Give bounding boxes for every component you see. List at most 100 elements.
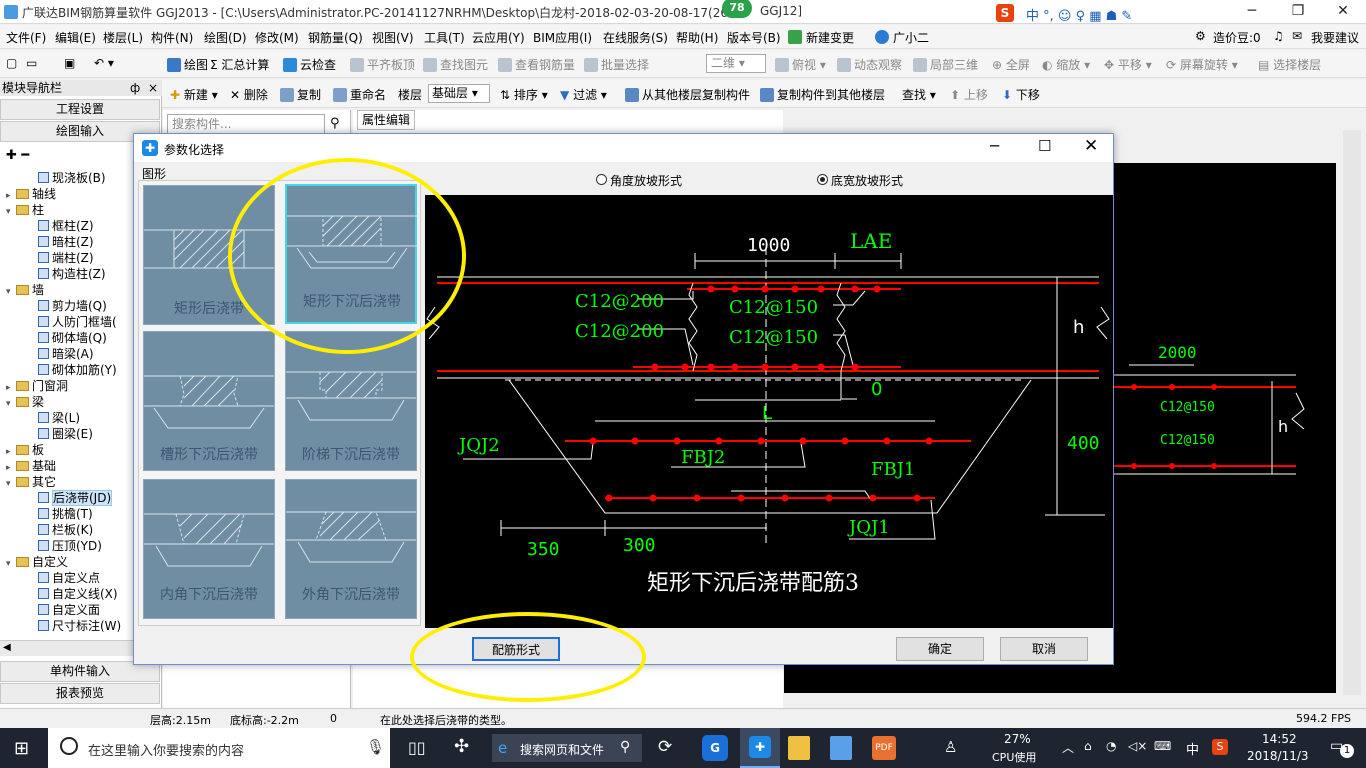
tree-item[interactable]: 端柱(Z) xyxy=(38,250,94,266)
sogou-tray-icon[interactable]: S xyxy=(1212,739,1228,755)
cancel-button[interactable]: 取消 xyxy=(1000,637,1088,661)
tool-draw[interactable]: 绘图 xyxy=(167,56,208,73)
tb2-copy[interactable]: 复制 xyxy=(280,86,321,103)
close-button[interactable]: ✕ xyxy=(1320,0,1366,24)
tool-orbit[interactable]: 动态观察 xyxy=(837,56,902,73)
tb2-rename[interactable]: 重命名 xyxy=(333,86,386,103)
tree-item[interactable]: 剪力墙(Q) xyxy=(38,298,107,314)
menu-online[interactable]: 在线服务(S) xyxy=(603,29,668,46)
menu-tools[interactable]: 工具(T) xyxy=(424,29,465,46)
people-icon[interactable]: ♙ xyxy=(944,738,957,756)
tool-view-rebar[interactable]: 查看钢筋量 xyxy=(498,56,575,73)
floor-select[interactable]: 基础层 ▾ xyxy=(428,84,490,103)
menu-modify[interactable]: 修改(M) xyxy=(255,29,299,46)
tb2-move-up[interactable]: ⬆ 上移 xyxy=(950,86,988,103)
tree-item[interactable]: 构造柱(Z) xyxy=(38,266,106,282)
sogou-icon[interactable]: S xyxy=(996,4,1014,22)
tree-item[interactable]: 自定义点 xyxy=(38,570,100,586)
tree-folder[interactable]: ▸ 基础 xyxy=(6,458,56,474)
gear-icon[interactable]: ⚙ xyxy=(1195,29,1206,43)
tool-batch-select[interactable]: 批量选择 xyxy=(584,56,649,73)
save-icon[interactable]: ▣ xyxy=(64,56,75,70)
tree-item[interactable]: 暗柱(Z) xyxy=(38,234,94,250)
restore-button[interactable]: ❐ xyxy=(1275,0,1321,24)
windows-start-icon[interactable]: ⊞ xyxy=(14,738,29,759)
tool-top-view[interactable]: 俯视 ▾ xyxy=(775,56,826,73)
search-input[interactable]: 搜索构件... xyxy=(167,114,325,134)
keyboard-icon[interactable]: ⌨ xyxy=(1154,739,1171,753)
menu-file[interactable]: 文件(F) xyxy=(6,29,46,46)
task-view-icon[interactable]: ▯▯ xyxy=(408,738,426,757)
tool-fullscreen[interactable]: ⊕ 全屏 xyxy=(992,56,1030,73)
clock-time[interactable]: 14:52 xyxy=(1262,732,1297,746)
score-badge[interactable]: 78 xyxy=(722,0,752,18)
ime-indicator[interactable]: 中 xyxy=(1186,739,1199,758)
dialog-minimize-button[interactable]: ─ xyxy=(990,137,999,155)
new-file-icon[interactable]: ▢ xyxy=(6,56,17,70)
canvas-vscrollbar[interactable] xyxy=(1343,130,1361,695)
tb2-find[interactable]: 查找 ▾ xyxy=(902,86,936,103)
thumb-inner-corner-sunken[interactable]: 内角下沉后浇带 xyxy=(143,479,275,619)
suggest-link[interactable]: 我要建议 xyxy=(1311,29,1359,46)
collapse-arrow-icon[interactable]: ▾ xyxy=(6,396,16,412)
tree-folder[interactable]: ▾ 墙 xyxy=(6,282,44,298)
nav-project-settings[interactable]: 工程设置 xyxy=(0,99,160,120)
tool-cloud-check[interactable]: 云检查 xyxy=(283,56,336,73)
menu-help[interactable]: 帮助(H) xyxy=(676,29,718,46)
tree-item[interactable]: 压顶(YD) xyxy=(38,538,102,554)
open-folder-icon[interactable]: ▭ xyxy=(26,56,37,70)
tb2-copy-from-floor[interactable]: 从其他楼层复制构件 xyxy=(625,86,750,103)
fan-app-icon[interactable]: ✣ xyxy=(454,736,469,757)
dialog-maximize-button[interactable]: ☐ xyxy=(1038,137,1051,155)
menu-rebar[interactable]: 钢筋量(Q) xyxy=(308,29,363,46)
expand-collapse-icon[interactable]: ✚ ━ xyxy=(6,148,29,163)
view-mode-select[interactable]: 二维 ▾ xyxy=(706,54,766,73)
ggj-app-active[interactable]: ✚ xyxy=(740,728,780,768)
menu-cloud[interactable]: 云应用(Y) xyxy=(472,29,525,46)
pdf-app-icon[interactable]: PDF xyxy=(872,736,896,760)
menu-view[interactable]: 视图(V) xyxy=(372,29,414,46)
tree-item[interactable]: 后浇带(JD) xyxy=(38,490,113,506)
tree-folder[interactable]: ▸ 门窗洞 xyxy=(6,378,68,394)
notes-app-icon[interactable] xyxy=(788,736,810,760)
tree-folder[interactable]: ▾ 梁 xyxy=(6,394,44,410)
tree-item[interactable]: 暗梁(A) xyxy=(38,346,94,362)
tree-item[interactable]: 栏板(K) xyxy=(38,522,93,538)
menu-new-change[interactable]: 新建变更 xyxy=(806,29,854,46)
tb2-copy-to-floor[interactable]: 复制构件到其他楼层 xyxy=(760,86,885,103)
ime-toolbar[interactable]: S 中 °, ☺ ♀ ▦ ☗ ✎ xyxy=(996,2,1206,24)
tree-folder[interactable]: ▾ 柱 xyxy=(6,202,44,218)
tool-zoom[interactable]: ◐ 缩放 ▾ xyxy=(1042,56,1090,73)
scroll-left-icon[interactable]: ◀ xyxy=(3,642,11,653)
menu-edit[interactable]: 编辑(E) xyxy=(55,29,96,46)
tree-item[interactable]: 人防门框墙( xyxy=(38,314,117,330)
tool-sum[interactable]: Σ 汇总计算 xyxy=(210,56,269,73)
tool-rotate[interactable]: ⟳ 屏幕旋转 ▾ xyxy=(1166,56,1238,73)
taskbar-search-box[interactable]: 在这里输入你要搜索的内容 🎙 xyxy=(48,728,390,768)
tree-item[interactable]: 挑檐(T) xyxy=(38,506,93,522)
tree-item[interactable]: 砌体墙(Q) xyxy=(38,330,107,346)
tool-pan[interactable]: ✥ 平移 ▾ xyxy=(1104,56,1152,73)
minimize-button[interactable]: ─ xyxy=(1229,0,1275,24)
tree-item[interactable]: 框柱(Z) xyxy=(38,218,94,234)
microphone-icon[interactable]: 🎙 xyxy=(366,738,385,756)
tree-item[interactable]: 现浇板(B) xyxy=(38,170,106,186)
tree-item[interactable]: 梁(L) xyxy=(38,410,80,426)
tool-select-floor[interactable]: ▤ 选择楼层 xyxy=(1258,56,1321,73)
tree-item[interactable]: 砌体加筋(Y) xyxy=(38,362,117,378)
collapse-arrow-icon[interactable]: ▾ xyxy=(6,556,16,572)
tb2-delete[interactable]: ✕ 删除 xyxy=(230,86,268,103)
tab-property-edit[interactable]: 属性编辑 xyxy=(357,110,415,130)
menu-version[interactable]: 版本号(B) xyxy=(727,29,781,46)
tool-find[interactable]: 查找图元 xyxy=(423,56,488,73)
network-icon[interactable]: ⌂ xyxy=(1084,739,1092,753)
volume-icon[interactable]: ◁× xyxy=(1128,739,1147,753)
tray-expand-icon[interactable]: ︿ xyxy=(1062,739,1074,756)
tree-folder[interactable]: ▸ 轴线 xyxy=(6,186,56,202)
radio-bottom-width-slope[interactable] xyxy=(817,174,828,185)
menu-floor[interactable]: 楼层(L) xyxy=(103,29,143,46)
menu-bim[interactable]: BIM应用(I) xyxy=(533,29,592,46)
radio-angle-slope[interactable] xyxy=(596,174,607,185)
tree-item[interactable]: 自定义面 xyxy=(38,602,100,618)
collapse-arrow-icon[interactable]: ▾ xyxy=(6,476,16,492)
